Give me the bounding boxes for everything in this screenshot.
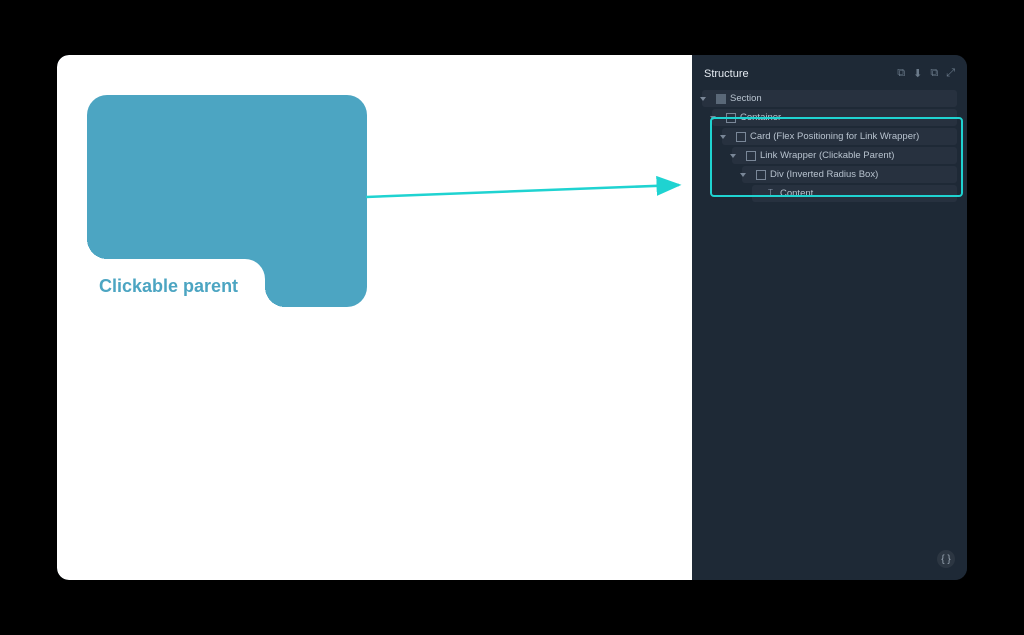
chevron-down-icon[interactable] (720, 135, 726, 139)
tree-node-label: Link Wrapper (Clickable Parent) (760, 150, 894, 161)
duplicate-icon[interactable]: ⧉ (930, 67, 938, 80)
chevron-down-icon[interactable] (700, 97, 706, 101)
tree-node-card[interactable]: Card (Flex Positioning for Link Wrapper) (722, 128, 957, 145)
card-label: Clickable parent (99, 276, 238, 297)
tree-node-content[interactable]: Content (752, 185, 957, 202)
tree-node-div[interactable]: Div (Inverted Radius Box) (742, 166, 957, 183)
box-icon (736, 132, 746, 142)
tree-node-label: Card (Flex Positioning for Link Wrapper) (750, 131, 919, 142)
tree-node-label: Section (730, 93, 762, 104)
tree-node-container[interactable]: Container (712, 109, 957, 126)
panel-header: Structure ⧉ ⬇ ⧉ ⤢ (702, 63, 957, 90)
box-icon (756, 170, 766, 180)
copy-icon[interactable]: ⧉ (897, 67, 905, 80)
chevron-down-icon[interactable] (730, 154, 736, 158)
tree-node-link-wrapper[interactable]: Link Wrapper (Clickable Parent) (732, 147, 957, 164)
structure-panel: Structure ⧉ ⬇ ⧉ ⤢ Section Container (692, 55, 967, 580)
text-icon (766, 189, 776, 199)
box-icon (746, 151, 756, 161)
inverted-radius-cutout: Clickable parent (87, 259, 265, 307)
section-icon (716, 94, 726, 104)
annotation-arrow (364, 175, 684, 225)
app-frame: Clickable parent Structure ⧉ ⬇ ⧉ ⤢ (57, 55, 967, 580)
expand-icon[interactable]: ⤢ (946, 67, 955, 80)
panel-actions: ⧉ ⬇ ⧉ ⤢ (897, 67, 955, 80)
tree-node-label: Div (Inverted Radius Box) (770, 169, 878, 180)
chevron-down-icon[interactable] (710, 116, 716, 120)
tree-node-section[interactable]: Section (702, 90, 957, 107)
tree-node-label: Content (780, 188, 813, 199)
chevron-down-icon[interactable] (740, 173, 746, 177)
tree-node-label: Container (740, 112, 781, 123)
download-icon[interactable]: ⬇ (913, 67, 922, 80)
panel-title: Structure (704, 68, 749, 80)
code-badge[interactable]: { } (937, 550, 955, 568)
canvas-area[interactable]: Clickable parent (57, 55, 692, 580)
structure-tree: Section Container Card (Flex Positioning… (702, 90, 957, 202)
card-element[interactable]: Clickable parent (87, 95, 367, 307)
box-icon (726, 113, 736, 123)
